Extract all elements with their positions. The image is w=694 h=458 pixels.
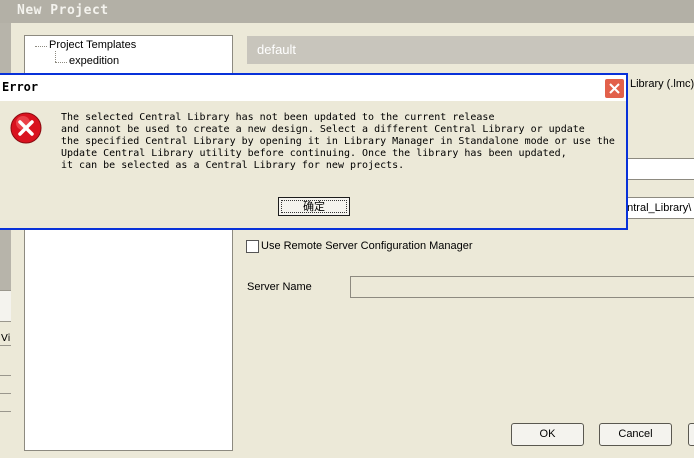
error-dialog: Error The selected Central Library has n… <box>0 73 628 230</box>
left-strip-divider <box>0 411 11 412</box>
central-library-input[interactable]: entral_Library\ <box>626 197 694 219</box>
tree-connector <box>55 51 56 62</box>
help-button[interactable] <box>688 423 694 446</box>
left-strip-divider <box>0 393 11 394</box>
tree-connector <box>35 46 47 47</box>
error-dialog-title: Error <box>2 80 39 94</box>
left-strip-divider <box>0 345 11 346</box>
ok-button[interactable]: OK <box>511 423 584 446</box>
project-path-input[interactable] <box>626 158 694 180</box>
error-dialog-titlebar[interactable]: Error <box>0 75 626 101</box>
left-strip-label: Vi <box>1 333 11 344</box>
left-strip-panel-lower: Vi <box>0 322 11 458</box>
server-name-input[interactable] <box>350 276 694 298</box>
central-library-value: entral_Library\ <box>626 202 692 214</box>
tree-item-expedition[interactable]: expedition <box>69 55 119 67</box>
close-icon <box>609 83 620 94</box>
remote-server-checkbox-label: Use Remote Server Configuration Manager <box>261 240 473 252</box>
server-name-label: Server Name <box>247 281 312 293</box>
library-type-label: Library (.lmc) <box>630 78 694 90</box>
cancel-button[interactable]: Cancel <box>599 423 672 446</box>
template-name: default <box>257 42 297 57</box>
confirm-button-label: 确定 <box>303 200 325 213</box>
new-project-titlebar[interactable]: New Project <box>0 0 694 23</box>
confirm-button[interactable]: 确定 <box>278 197 350 216</box>
template-header: default <box>247 36 694 64</box>
left-strip-panel <box>0 290 11 322</box>
tree-connector <box>55 62 67 63</box>
remote-server-checkbox[interactable] <box>246 240 259 253</box>
error-message: The selected Central Library has not bee… <box>61 112 615 171</box>
error-icon <box>10 112 42 144</box>
left-strip-divider <box>0 375 11 376</box>
close-button[interactable] <box>604 78 625 99</box>
tree-root-project-templates[interactable]: Project Templates <box>49 39 136 51</box>
window-title: New Project <box>17 3 109 18</box>
